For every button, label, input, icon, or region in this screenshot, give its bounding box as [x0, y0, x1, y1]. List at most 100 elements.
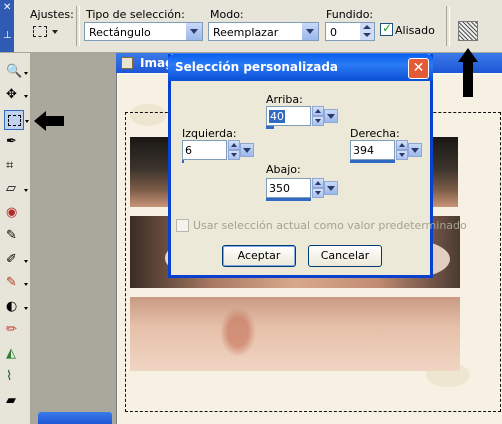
- left-field[interactable]: 6: [182, 140, 254, 164]
- move-tool-icon: ✥: [6, 87, 17, 102]
- close-palette-icon[interactable]: ✕: [3, 2, 11, 13]
- separator: [446, 6, 450, 46]
- spin-up-icon[interactable]: [228, 140, 240, 150]
- chevron-down-icon[interactable]: [408, 143, 422, 157]
- retouch-brush[interactable]: ✏: [4, 321, 24, 341]
- antialias-checkbox[interactable]: [380, 21, 393, 36]
- chevron-down-icon: [24, 283, 28, 286]
- top-input[interactable]: 40: [266, 106, 311, 126]
- pointer-arrow-up-icon: [458, 48, 478, 98]
- bottom-input[interactable]: 350: [266, 178, 311, 198]
- pointer-arrow-left-icon: [34, 111, 64, 131]
- presets-dropdown[interactable]: [30, 22, 60, 42]
- cancel-button[interactable]: Cancelar: [308, 245, 382, 267]
- spin-down-icon[interactable]: [228, 150, 240, 160]
- chevron-down-icon: [24, 95, 28, 98]
- top-value: 40: [269, 110, 285, 123]
- eraser-background[interactable]: ◭: [4, 345, 24, 365]
- spin-up-icon[interactable]: [312, 178, 324, 188]
- spin-down-icon[interactable]: [396, 150, 408, 160]
- zoom-tool[interactable]: 🔍: [4, 63, 28, 83]
- dodge-tool-icon: ◐: [6, 299, 18, 314]
- use-default-checkbox[interactable]: [176, 219, 189, 232]
- eraser-background-icon: ◭: [6, 346, 16, 361]
- selection-type-select[interactable]: Rectángulo: [84, 22, 203, 41]
- dodge-tool[interactable]: ◐: [4, 298, 28, 318]
- image-icon: [121, 57, 133, 69]
- clone-tool[interactable]: ✎: [4, 227, 24, 247]
- selection-type-value: Rectángulo: [89, 26, 151, 39]
- chevron-down-icon[interactable]: [324, 181, 338, 195]
- scratch-remover-icon: ✐: [6, 252, 17, 267]
- right-input[interactable]: 394: [350, 140, 395, 160]
- retouch-brush-icon: ✏: [6, 322, 17, 337]
- spin-down-icon[interactable]: [312, 188, 324, 198]
- red-eye-tool-icon: ◉: [6, 205, 18, 220]
- chevron-down-icon[interactable]: [240, 143, 254, 157]
- top-slider[interactable]: [266, 126, 274, 129]
- chevron-down-icon[interactable]: [324, 109, 338, 123]
- eraser-tool-icon: ▰: [6, 393, 16, 408]
- smudge-tool-icon: ⌇: [6, 369, 13, 384]
- chevron-down-icon: [24, 307, 28, 310]
- mode-value: Reemplazar: [213, 26, 279, 39]
- spin-up-icon[interactable]: [312, 106, 324, 116]
- crop-tool-icon: ⌗: [6, 158, 14, 173]
- feather-value: 0: [330, 26, 337, 39]
- dialog-title: Selección personalizada: [175, 60, 339, 74]
- mode-select[interactable]: Reemplazar: [208, 22, 319, 41]
- select-all-icon[interactable]: [458, 21, 478, 41]
- chevron-down-icon[interactable]: [301, 23, 318, 40]
- left-slider[interactable]: [182, 160, 184, 163]
- eraser-tool[interactable]: ▰: [4, 392, 24, 412]
- paint-brush-icon: ✎: [6, 275, 17, 290]
- mode-label: Modo:: [210, 8, 244, 21]
- clone-tool-icon: ✎: [6, 228, 17, 243]
- deform-tool[interactable]: ▱: [4, 180, 28, 200]
- left-label: Izquierda:: [182, 127, 237, 140]
- top-label: Arriba:: [266, 93, 303, 106]
- chevron-down-icon: [25, 120, 29, 123]
- palette-grip[interactable]: ✕ ⊥: [0, 0, 14, 52]
- left-input[interactable]: 6: [182, 140, 227, 160]
- feather-label: Fundido:: [326, 8, 374, 21]
- bottom-value: 350: [269, 182, 290, 195]
- chevron-down-icon: [24, 189, 28, 192]
- chevron-down-icon: [24, 260, 28, 263]
- paint-brush[interactable]: ✎: [4, 274, 28, 294]
- minimized-window-tab[interactable]: [38, 412, 112, 424]
- move-tool[interactable]: ✥: [4, 86, 28, 106]
- top-field[interactable]: 40: [266, 106, 338, 130]
- pin-icon[interactable]: ⊥: [3, 30, 12, 41]
- bottom-slider[interactable]: [266, 198, 311, 201]
- selection-tool-icon: [8, 115, 21, 126]
- use-default-label: Usar selección actual como valor predete…: [193, 219, 467, 232]
- antialias-label: Alisado: [395, 24, 435, 37]
- zoom-tool-icon: 🔍: [6, 64, 23, 79]
- red-eye-tool[interactable]: ◉: [4, 204, 24, 224]
- ok-button[interactable]: Aceptar: [222, 245, 296, 267]
- spin-down-icon[interactable]: [312, 116, 324, 126]
- crop-tool[interactable]: ⌗: [4, 157, 24, 177]
- right-field[interactable]: 394: [350, 140, 422, 164]
- dialog-title-bar[interactable]: Selección personalizada: [168, 54, 433, 81]
- chevron-down-icon[interactable]: [185, 23, 202, 40]
- smudge-tool[interactable]: ⌇: [4, 368, 24, 388]
- scratch-remover[interactable]: ✐: [4, 251, 28, 271]
- selection-tool[interactable]: [4, 110, 29, 130]
- right-slider[interactable]: [350, 160, 395, 163]
- tool-options-bar: ✕ ⊥ Ajustes: Tipo de selección: Rectángu…: [0, 0, 502, 53]
- feather-spinner[interactable]: [360, 23, 374, 40]
- spin-up-icon[interactable]: [396, 140, 408, 150]
- close-icon[interactable]: ✕: [408, 58, 429, 79]
- deform-tool-icon: ▱: [6, 181, 16, 196]
- dropper-tool-icon: ✒: [6, 134, 17, 149]
- dropper-tool[interactable]: ✒: [4, 133, 24, 153]
- chevron-down-icon: [52, 30, 58, 34]
- bottom-field[interactable]: 350: [266, 178, 338, 202]
- feather-input[interactable]: 0: [325, 22, 375, 41]
- bottom-label: Abajo:: [266, 163, 301, 176]
- chevron-down-icon: [24, 72, 28, 75]
- rectangle-preset-icon: [33, 26, 47, 37]
- selection-type-label: Tipo de selección:: [86, 8, 185, 21]
